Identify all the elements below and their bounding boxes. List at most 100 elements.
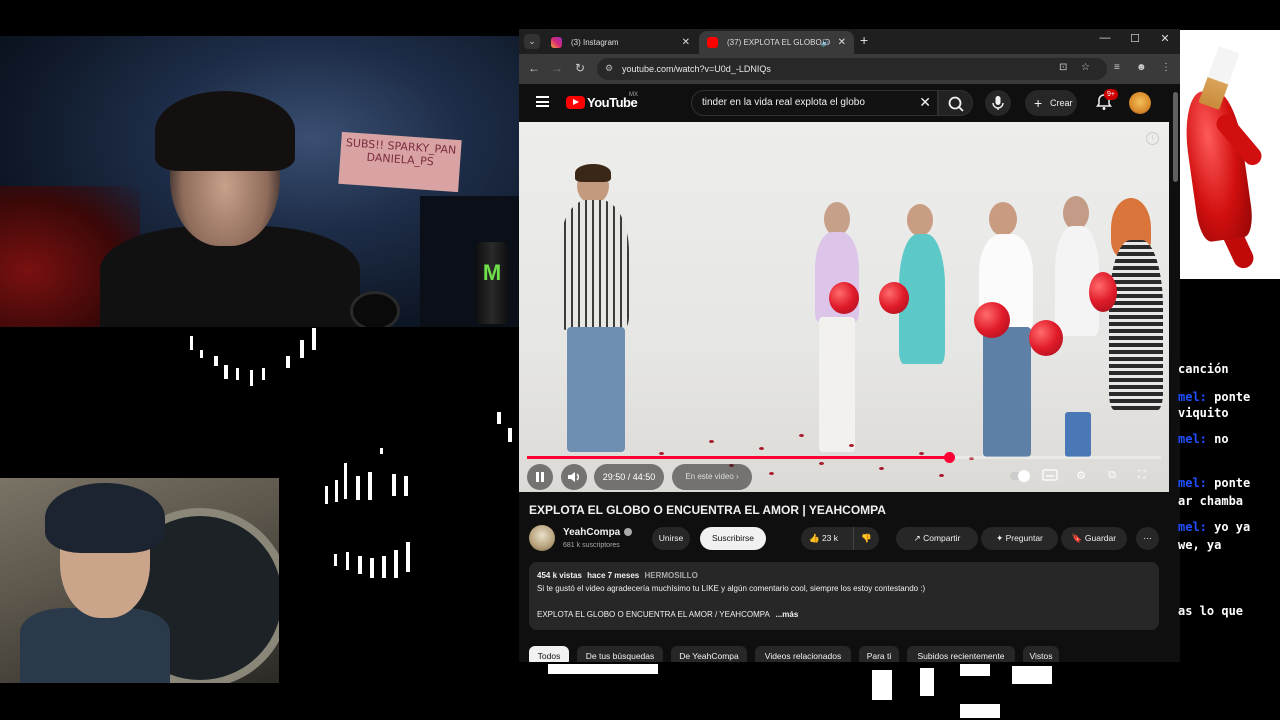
subscriber-count: 681 k suscriptores (563, 542, 620, 549)
info-icon[interactable]: i (1146, 132, 1159, 145)
youtube-icon (707, 37, 718, 48)
woman-4-head (1063, 196, 1089, 230)
stream-chat: canción mel: ponte viquito mel: no mel: … (1178, 356, 1280, 626)
subscribe-button[interactable]: Suscribirse (700, 527, 766, 550)
chat-message: mel: ponte (1178, 476, 1251, 490)
search-button[interactable] (938, 90, 973, 116)
volume-button[interactable] (561, 464, 587, 490)
chat-message: canción (1178, 362, 1229, 376)
tab-label: (3) Instagram (571, 38, 619, 47)
url-text: youtube.com/watch?v=U0d_-LDNIQs (622, 64, 771, 74)
hamburger-menu-icon[interactable] (536, 96, 549, 107)
fullscreen-button[interactable]: ⛶ (1133, 469, 1151, 485)
woman-1-pants (819, 317, 855, 452)
tab-youtube[interactable]: (37) EXPLOTA EL GLOBO O 🔈 ✕ (699, 31, 854, 54)
description-line: EXPLOTA EL GLOBO O ENCUENTRA EL AMOR / Y… (537, 610, 798, 619)
chat-message: mel: ponte (1178, 390, 1251, 404)
show-more-link[interactable]: ...más (776, 610, 799, 619)
verified-badge-icon (624, 528, 633, 537)
chip-todos[interactable]: Todos (529, 646, 569, 662)
back-icon[interactable]: ← (528, 61, 540, 75)
channel-name-text: YeahCompa (563, 527, 621, 538)
menu-kebab-icon[interactable]: ⋮ (1161, 62, 1171, 73)
can-logo: M (482, 260, 502, 285)
more-actions-button[interactable]: ⋯ (1136, 527, 1159, 550)
maximize-button[interactable]: ☐ (1125, 32, 1145, 45)
instagram-icon (551, 37, 562, 48)
settings-button[interactable]: ⚙ (1072, 469, 1090, 485)
description-box[interactable]: 454 k vistas hace 7 meses HERMOSILLO Si … (529, 562, 1159, 630)
woman-4-boots (1065, 412, 1091, 457)
new-tab-button[interactable]: + (860, 32, 868, 48)
chip-de-tus-busquedas[interactable]: De tus búsquedas (577, 646, 663, 662)
description-line: Si te gustó el video agradecería muchísi… (537, 584, 926, 593)
like-button[interactable]: 👍 23 k (809, 527, 838, 550)
like-count: 23 k (821, 533, 839, 543)
video-player[interactable]: i 29:50 / 44:50 En este video › ⚙ ⧉ ⛶ (519, 122, 1169, 492)
youtube-logo-icon[interactable] (566, 96, 585, 109)
balloon (1089, 272, 1117, 312)
subtitles-icon (1042, 469, 1058, 481)
dislike-button[interactable]: 👎 (861, 527, 872, 550)
progress-scrubber[interactable] (944, 452, 955, 463)
host-jeans (567, 327, 625, 452)
chip-videos-relacionados[interactable]: Videos relacionados (755, 646, 851, 662)
chat-message: mel: no (1178, 432, 1229, 446)
woman-3-jeans (983, 327, 1031, 457)
anime-hair (45, 483, 165, 553)
view-count: 454 k vistas (537, 571, 582, 580)
tab-search-button[interactable]: ⌄ (524, 34, 540, 49)
address-bar: ← → ↻ ⚙ youtube.com/watch?v=U0d_-LDNIQs … (519, 54, 1180, 84)
media-control-icon[interactable]: ≡ (1114, 62, 1120, 73)
channel-name[interactable]: YeahCompa (563, 527, 633, 538)
voice-search-button[interactable] (985, 90, 1011, 116)
progress-fill (527, 456, 949, 459)
channel-avatar[interactable] (529, 525, 555, 551)
pause-icon (536, 472, 544, 482)
close-icon[interactable]: ✕ (838, 31, 846, 54)
user-avatar[interactable] (1129, 92, 1151, 114)
chapter-label: En este video (685, 472, 734, 481)
tab-instagram[interactable]: (3) Instagram ✕ (543, 31, 698, 54)
clear-search-icon[interactable]: ✕ (919, 94, 931, 111)
join-button[interactable]: Unirse (652, 527, 690, 550)
autoplay-toggle[interactable] (1009, 469, 1030, 485)
minimize-button[interactable]: — (1095, 32, 1115, 44)
balloon (974, 302, 1010, 338)
speaker-icon[interactable]: 🔈 (821, 31, 832, 54)
pause-button[interactable] (527, 464, 553, 490)
forward-icon[interactable]: → (551, 61, 563, 75)
time-display: 29:50 / 44:50 (594, 464, 664, 490)
search-input[interactable]: tinder en la vida real explota el globo … (691, 90, 938, 116)
microphone-icon (992, 96, 1004, 110)
youtube-header: YouTube MX tinder en la vida real explot… (519, 84, 1180, 122)
profile-icon[interactable]: ☻ (1136, 62, 1147, 73)
close-icon[interactable]: ✕ (682, 31, 690, 54)
balloon (829, 282, 859, 314)
chat-message: we, ya (1178, 538, 1222, 552)
close-window-button[interactable]: ✕ (1155, 32, 1175, 45)
save-button[interactable]: 🔖 Guardar (1061, 527, 1127, 550)
balloon (1029, 320, 1063, 356)
install-icon[interactable]: ⊡ (1059, 62, 1067, 73)
chip-vistos[interactable]: Vistos (1023, 646, 1059, 662)
chip-subidos-recientemente[interactable]: Subidos recientemente (907, 646, 1015, 662)
scrollbar-thumb[interactable] (1173, 92, 1178, 182)
ask-button[interactable]: ✦ Preguntar (981, 527, 1058, 550)
bookmark-star-icon[interactable]: ☆ (1081, 62, 1090, 73)
url-field[interactable]: ⚙ youtube.com/watch?v=U0d_-LDNIQs (597, 58, 1107, 80)
chip-de-yeahcompa[interactable]: De YeahCompa (671, 646, 747, 662)
chip-para-ti[interactable]: Para ti (859, 646, 899, 662)
create-button[interactable]: + Crear (1025, 90, 1077, 116)
share-button[interactable]: ↗ Compartir (896, 527, 978, 550)
country-code: MX (629, 92, 638, 98)
miniplayer-button[interactable]: ⧉ (1103, 469, 1121, 485)
woman-3-head (989, 202, 1017, 236)
subtitles-button[interactable] (1041, 469, 1059, 485)
reload-icon[interactable]: ↻ (575, 61, 585, 75)
chapter-button[interactable]: En este video › (672, 464, 752, 490)
site-info-icon[interactable]: ⚙ (605, 63, 613, 74)
location-tag[interactable]: HERMOSILLO (644, 571, 697, 580)
wall-sign: SUBS!! SPARKY_PAN DANIELA_PS (338, 131, 462, 193)
notification-badge: 9+ (1104, 89, 1118, 100)
